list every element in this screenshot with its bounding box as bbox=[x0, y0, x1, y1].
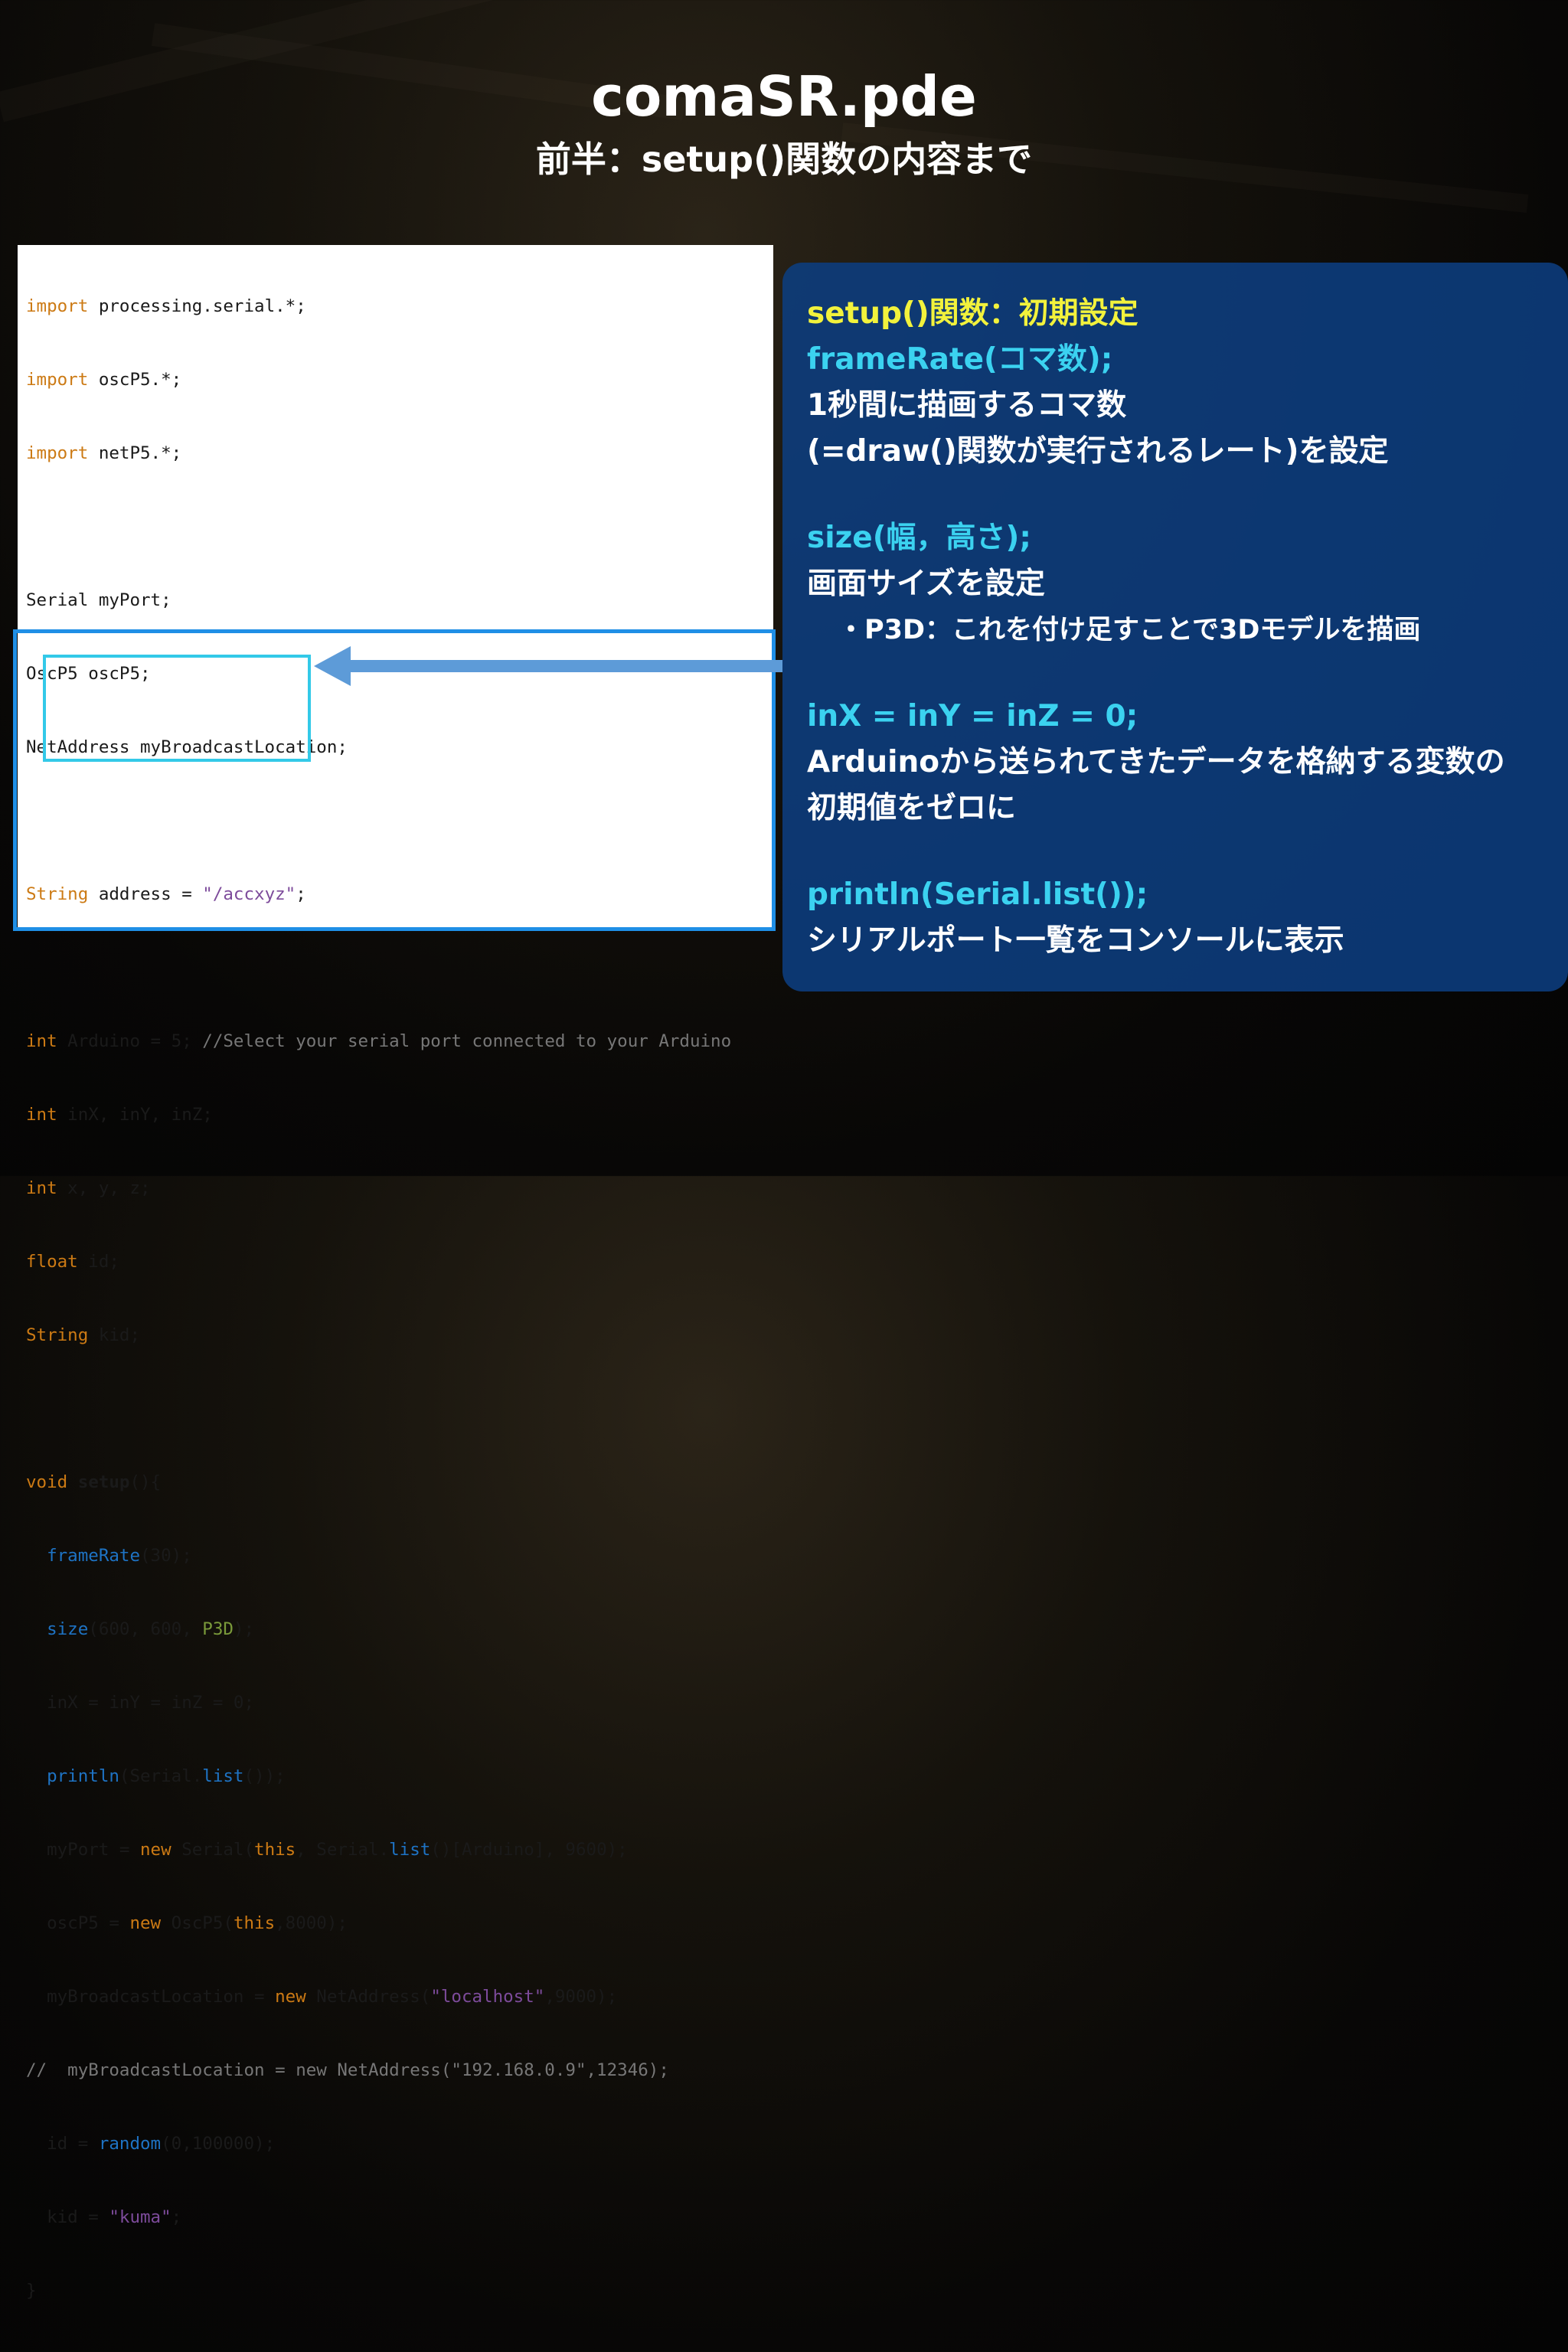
code-line: frameRate(30); bbox=[47, 1546, 192, 1566]
inxyz-description: Arduinoから送られてきたデータを格納する変数の bbox=[807, 745, 1505, 779]
code-line: } bbox=[26, 2281, 37, 2301]
code-line: myBroadcastLocation = new NetAddress("lo… bbox=[47, 1987, 618, 2007]
code-line: Serial myPort; bbox=[26, 590, 172, 610]
println-code: println(Serial.list()); bbox=[807, 877, 1148, 912]
info-text: setup()関数：初期設定 frameRate(コマ数); 1秒間に描画するコ… bbox=[807, 291, 1557, 964]
code-listing: import processing.serial.*; import oscP5… bbox=[26, 245, 731, 2352]
code-line: // myBroadcastLocation = new NetAddress(… bbox=[26, 2060, 669, 2080]
slide-subtitle: 前半：setup()関数の内容まで bbox=[535, 139, 1033, 180]
inxyz-description: 初期値をゼロに bbox=[807, 791, 1017, 825]
size-note: ・P3D：これを付け足すことで3Dモデルを描画 bbox=[838, 615, 1421, 645]
info-heading: setup()関数：初期設定 bbox=[807, 296, 1138, 331]
code-line: int x, y, z; bbox=[26, 1178, 151, 1198]
code-line: inX = inY = inZ = 0; bbox=[47, 1693, 255, 1713]
code-line: import oscP5.*; bbox=[26, 370, 182, 390]
code-line: id = random(0,100000); bbox=[47, 2134, 276, 2154]
code-line: float id; bbox=[26, 1252, 119, 1272]
framerate-description: 1秒間に描画するコマ数 bbox=[807, 388, 1127, 423]
code-line: String kid; bbox=[26, 1325, 141, 1345]
size-code: size(幅，高さ); bbox=[807, 521, 1031, 555]
code-line: int inX, inY, inZ; bbox=[26, 1105, 213, 1125]
framerate-description: (=draw()関数が実行されるレート)を設定 bbox=[807, 434, 1389, 469]
code-line: int Arduino = 5; //Select your serial po… bbox=[26, 1031, 732, 1051]
code-line: myPort = new Serial(this, Serial.list()[… bbox=[47, 1840, 628, 1860]
code-line: void setup(){ bbox=[26, 1472, 162, 1492]
inxyz-code: inX = inY = inZ = 0; bbox=[807, 699, 1138, 733]
code-line: kid = "kuma"; bbox=[47, 2207, 182, 2227]
code-line: import netP5.*; bbox=[26, 443, 182, 463]
setup-lines-highlight-box bbox=[43, 655, 311, 762]
slide-title: comaSR.pde bbox=[591, 64, 977, 129]
println-description: シリアルポート一覧をコンソールに表示 bbox=[807, 923, 1344, 958]
code-line: size(600, 600, P3D); bbox=[47, 1619, 255, 1639]
code-line: import processing.serial.*; bbox=[26, 296, 306, 316]
framerate-code: frameRate(コマ数); bbox=[807, 342, 1113, 377]
code-line: println(Serial.list()); bbox=[47, 1766, 286, 1786]
size-description: 画面サイズを設定 bbox=[807, 567, 1045, 601]
code-line: oscP5 = new OscP5(this,8000); bbox=[47, 1913, 348, 1933]
pointer-arrow bbox=[314, 646, 782, 686]
